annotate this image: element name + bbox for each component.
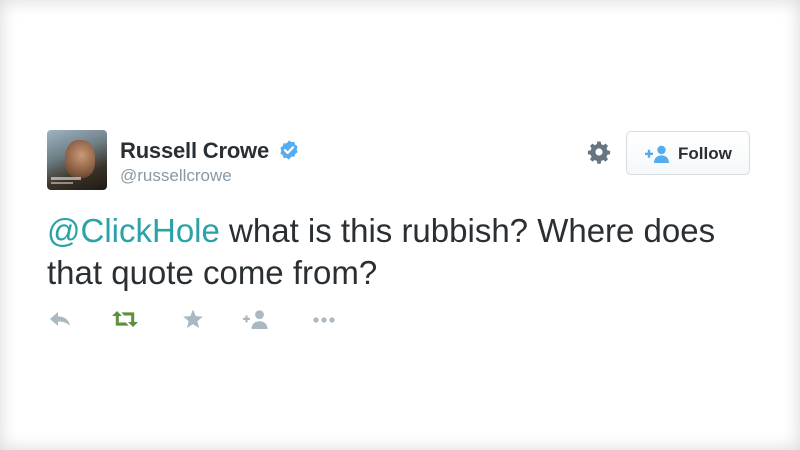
avatar-face	[65, 140, 95, 178]
follow-button-label: Follow	[678, 144, 732, 163]
add-person-icon	[645, 145, 669, 163]
ellipsis-icon[interactable]	[311, 308, 339, 330]
gear-icon[interactable]	[587, 140, 611, 164]
author-username[interactable]: @russellcrowe	[120, 166, 232, 186]
follow-action-icon[interactable]	[243, 308, 271, 330]
retweet-icon[interactable]	[111, 308, 139, 330]
reply-icon[interactable]	[47, 308, 75, 330]
tweet-card: Russell Crowe @russellcrowe Follow @Clic…	[0, 0, 800, 450]
tweet-mention-link[interactable]: @ClickHole	[47, 212, 220, 249]
follow-button[interactable]: Follow	[626, 131, 750, 175]
author-avatar[interactable]	[47, 130, 107, 190]
avatar-poster-text	[51, 177, 81, 180]
author-display-name[interactable]: Russell Crowe	[120, 138, 269, 164]
avatar-poster-subtext	[51, 182, 73, 184]
verified-badge-icon	[280, 140, 298, 160]
tweet-text: @ClickHole what is this rubbish? Where d…	[47, 210, 767, 294]
star-icon[interactable]	[179, 308, 207, 330]
